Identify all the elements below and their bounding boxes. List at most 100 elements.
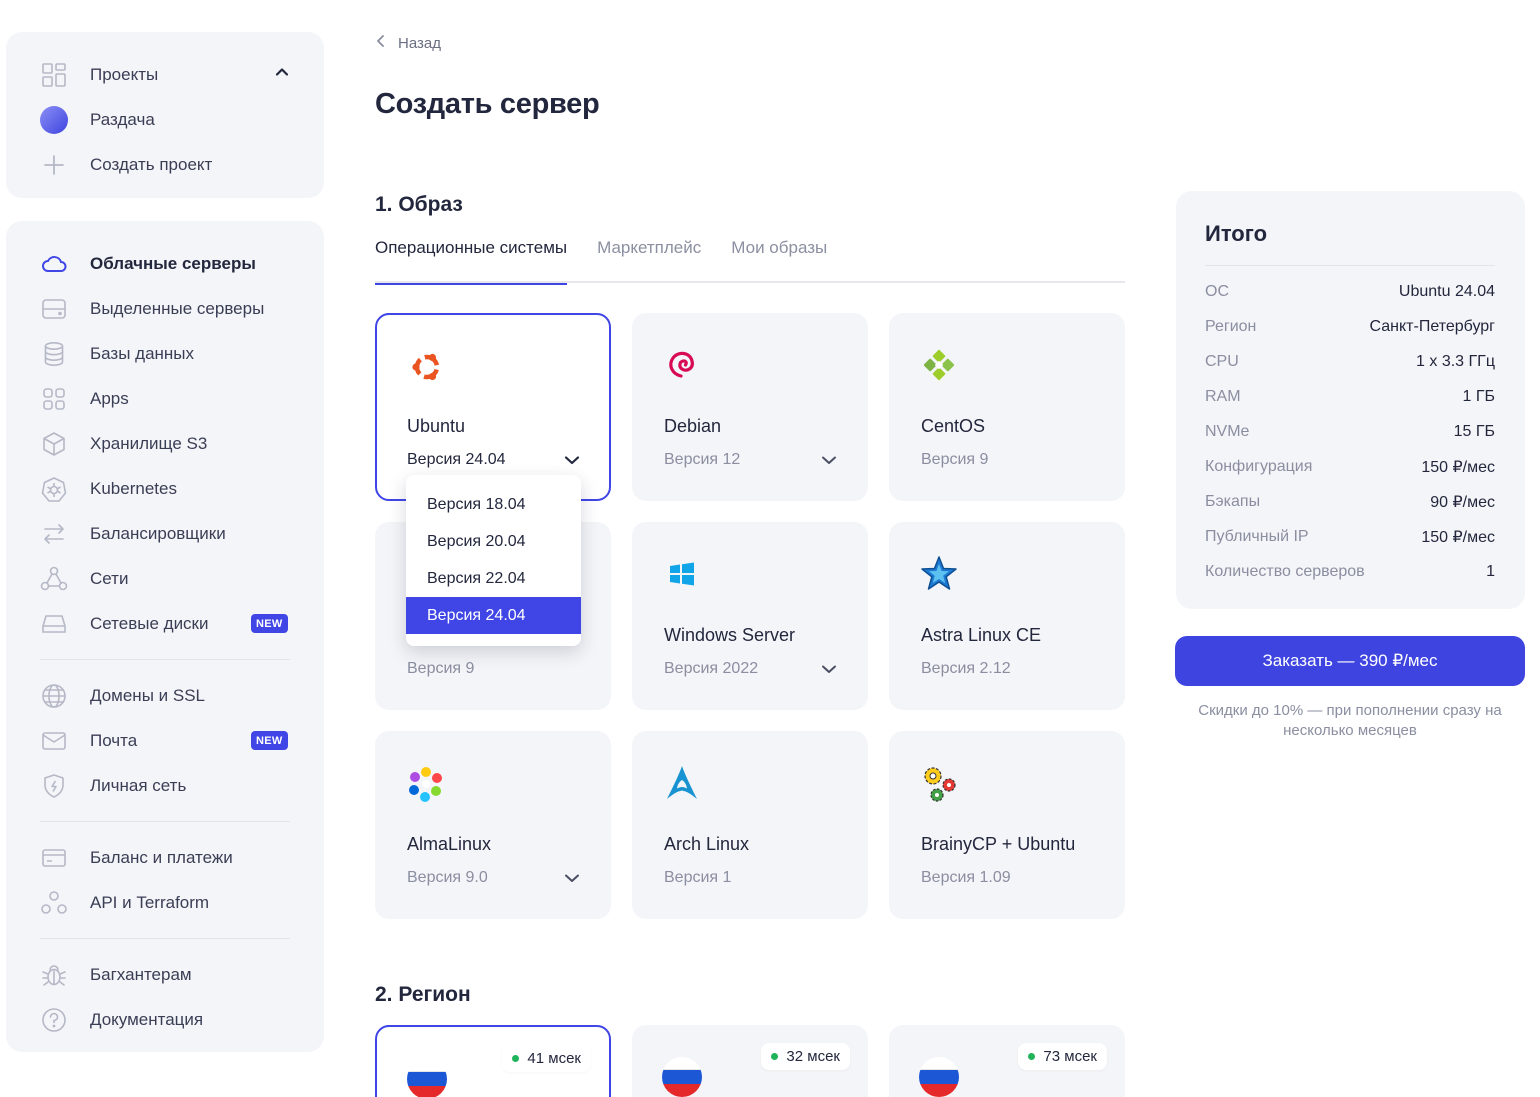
os-version: Версия 24.04 xyxy=(407,451,506,468)
summary-value: Ubuntu 24.04 xyxy=(1398,282,1495,300)
sidebar-item-label: Хранилище S3 xyxy=(90,433,208,453)
sidebar-item-cloud-servers[interactable]: Облачные серверы xyxy=(6,241,324,286)
ping-value: 73 мсек xyxy=(1043,1048,1097,1065)
sidebar-item-network-disks[interactable]: Сетевые диски NEW xyxy=(6,601,324,646)
os-name: CentOS xyxy=(921,416,986,436)
ping-value: 41 мсек xyxy=(527,1050,581,1067)
os-version: Версия 9.0 xyxy=(407,869,488,886)
sidebar-item-kubernetes[interactable]: Kubernetes xyxy=(6,466,324,511)
sidebar-item-balance-payments[interactable]: Баланс и платежи xyxy=(6,835,324,880)
chevron-down-icon[interactable] xyxy=(563,871,581,889)
os-card-astra-linux[interactable]: Astra Linux CE Версия 2.12 xyxy=(889,522,1125,710)
chevron-down-icon[interactable] xyxy=(563,453,581,471)
divider xyxy=(1205,265,1495,266)
os-version: Версия 2.12 xyxy=(921,660,1011,677)
status-dot-icon xyxy=(512,1055,520,1062)
version-option[interactable]: Версия 18.04 xyxy=(406,486,581,523)
sidebar-item-private-network[interactable]: Личная сеть xyxy=(6,763,324,808)
os-card-centos[interactable]: CentOS Версия 9 xyxy=(889,313,1125,501)
sidebar-item-load-balancers[interactable]: Балансировщики xyxy=(6,511,324,556)
sidebar-item-api-terraform[interactable]: API и Terraform xyxy=(6,880,324,925)
status-dot-icon xyxy=(771,1053,779,1060)
chevron-down-icon[interactable] xyxy=(820,662,838,680)
summary-row: Регион Санкт-Петербург xyxy=(1205,309,1495,344)
plus-icon xyxy=(40,151,68,179)
os-card-arch-linux[interactable]: Arch Linux Версия 1 xyxy=(632,731,868,919)
sidebar-item-label: Выделенные серверы xyxy=(90,298,265,318)
shield-icon xyxy=(40,772,68,800)
version-dropdown-menu: Версия 18.04 Версия 20.04 Версия 22.04 В… xyxy=(406,475,581,646)
os-version: Версия 9 xyxy=(921,451,989,468)
version-option[interactable]: Версия 20.04 xyxy=(406,523,581,560)
sidebar-item-project-razdacha[interactable]: Раздача xyxy=(6,97,324,142)
os-version: Версия 12 xyxy=(664,451,741,468)
almalinux-logo-icon xyxy=(405,763,445,803)
sidebar-item-domains-ssl[interactable]: Домены и SSL xyxy=(6,673,324,718)
os-card-ubuntu[interactable]: Ubuntu Версия 24.04 xyxy=(375,313,611,501)
divider xyxy=(40,659,290,660)
chevron-down-icon[interactable] xyxy=(820,453,838,471)
russia-flag-icon xyxy=(407,1059,447,1097)
new-badge: NEW xyxy=(251,731,288,750)
sidebar-item-label: Баланс и платежи xyxy=(90,847,233,867)
sidebar-item-create-project[interactable]: Создать проект xyxy=(6,142,324,187)
discount-note: Скидки до 10% — при пополнении сразу на … xyxy=(1198,702,1502,739)
summary-value: 15 ГБ xyxy=(1453,422,1495,440)
os-name: Ubuntu xyxy=(407,416,466,436)
summary-row: RAM 1 ГБ xyxy=(1205,379,1495,414)
image-section-title: 1. Образ xyxy=(375,193,463,216)
os-name: Debian xyxy=(664,416,722,436)
sidebar-item-apps[interactable]: Apps xyxy=(6,376,324,421)
ping-value: 32 мсек xyxy=(786,1048,840,1065)
os-card-debian[interactable]: Debian Версия 12 xyxy=(632,313,868,501)
sidebar-item-documentation[interactable]: Документация xyxy=(6,997,324,1042)
debian-logo-icon xyxy=(662,345,702,385)
back-link[interactable]: Назад xyxy=(376,34,441,52)
ubuntu-logo-icon xyxy=(407,347,447,387)
sidebar-item-dedicated-servers[interactable]: Выделенные серверы xyxy=(6,286,324,331)
tab-my-images[interactable]: Мои образы xyxy=(731,236,827,283)
server-icon xyxy=(40,295,68,323)
russia-flag-icon xyxy=(919,1057,959,1097)
summary-key: Публичный IP xyxy=(1205,527,1309,545)
summary-value: 1 x 3.3 ГГц xyxy=(1416,352,1495,370)
summary-key: ОС xyxy=(1205,282,1229,300)
version-option[interactable]: Версия 22.04 xyxy=(406,560,581,597)
summary-row: NVMe 15 ГБ xyxy=(1205,414,1495,449)
region-card[interactable]: 32 мсек xyxy=(632,1025,868,1097)
cloud-icon xyxy=(40,250,68,278)
sidebar-item-storage-s3[interactable]: Хранилище S3 xyxy=(6,421,324,466)
sidebar-item-projects[interactable]: Проекты xyxy=(6,52,324,97)
chevron-left-icon xyxy=(376,34,386,52)
card-icon xyxy=(40,844,68,872)
order-button[interactable]: Заказать — 390 ₽/мес xyxy=(1175,636,1525,686)
sidebar-item-label: Балансировщики xyxy=(90,523,226,543)
version-option-selected[interactable]: Версия 24.04 xyxy=(406,597,581,634)
os-card-windows-server[interactable]: Windows Server Версия 2022 xyxy=(632,522,868,710)
region-card[interactable]: 41 мсек xyxy=(375,1025,611,1097)
os-version: Версия 2022 xyxy=(664,660,759,677)
sidebar-item-bughunters[interactable]: Багхантерам xyxy=(6,952,324,997)
sidebar-item-label: Багхантерам xyxy=(90,964,192,984)
disk-icon xyxy=(40,610,68,638)
help-icon xyxy=(40,1006,68,1034)
sidebar-item-label: Проекты xyxy=(90,64,159,84)
os-version: Версия 9 xyxy=(407,660,475,677)
russia-flag-icon xyxy=(662,1057,702,1097)
tab-marketplace[interactable]: Маркетплейс xyxy=(597,236,701,283)
windows-logo-icon xyxy=(662,554,702,594)
sidebar-item-label: Личная сеть xyxy=(90,775,187,795)
summary-row: CPU 1 x 3.3 ГГц xyxy=(1205,344,1495,379)
region-card[interactable]: 73 мсек xyxy=(889,1025,1125,1097)
os-card-almalinux[interactable]: AlmaLinux Версия 9.0 xyxy=(375,731,611,919)
summary-key: NVMe xyxy=(1205,422,1250,440)
os-card-brainycp-ubuntu[interactable]: BrainyCP + Ubuntu Версия 1.09 xyxy=(889,731,1125,919)
chevron-up-icon[interactable] xyxy=(274,64,290,85)
ping-badge: 73 мсек xyxy=(1018,1043,1107,1070)
tab-operating-systems[interactable]: Операционные системы xyxy=(375,236,568,285)
ping-badge: 41 мсек xyxy=(502,1045,591,1072)
sidebar-item-networks[interactable]: Сети xyxy=(6,556,324,601)
sidebar-item-databases[interactable]: Базы данных xyxy=(6,331,324,376)
sidebar-item-label: Kubernetes xyxy=(90,478,177,498)
sidebar-item-mail[interactable]: Почта NEW xyxy=(6,718,324,763)
